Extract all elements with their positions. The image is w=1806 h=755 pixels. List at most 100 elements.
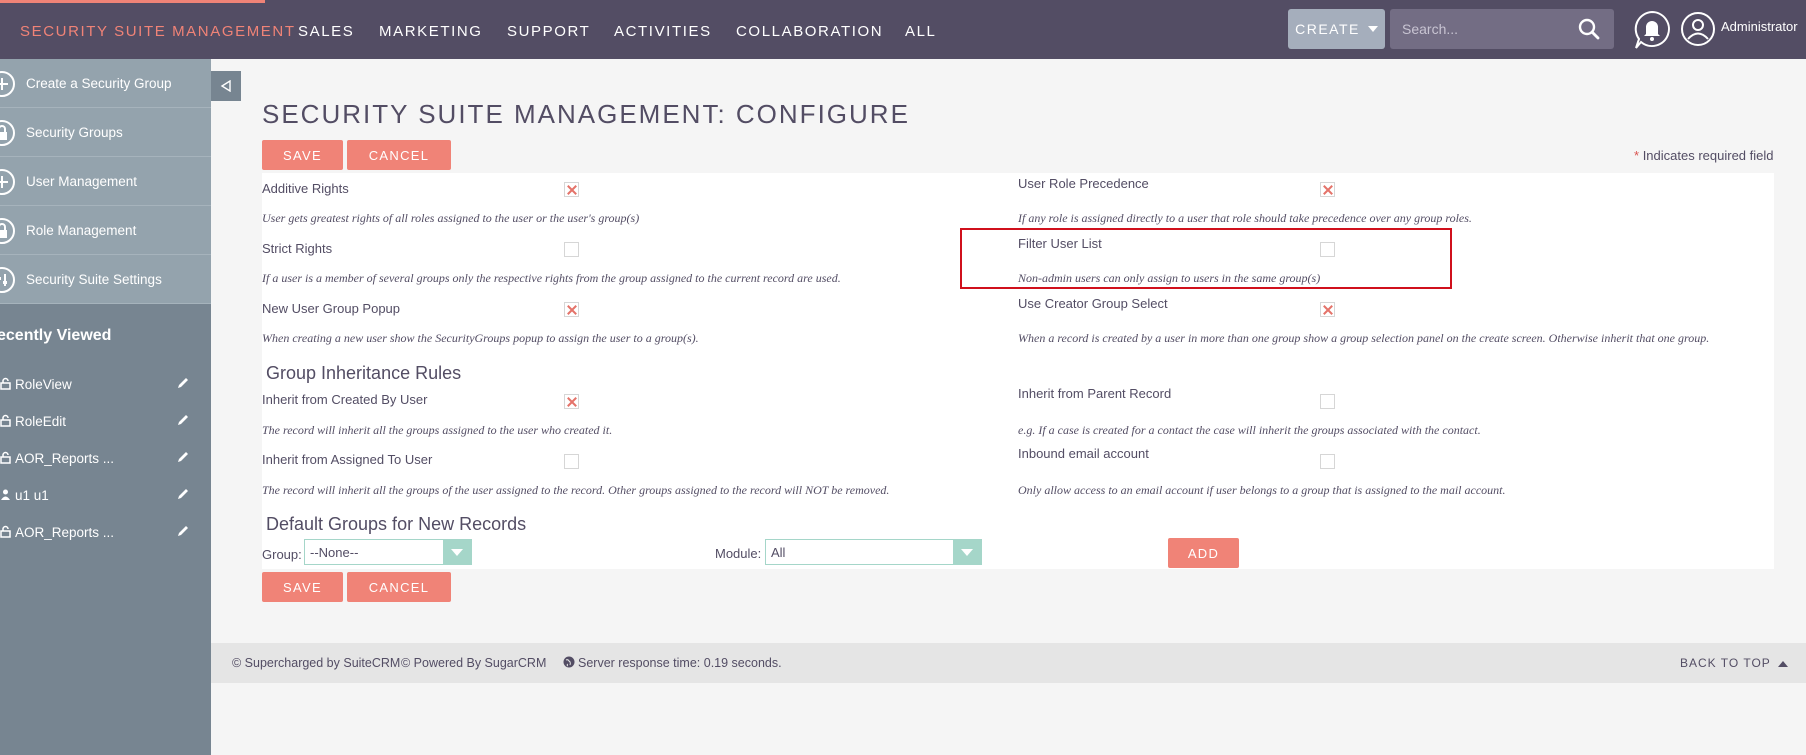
footer-sugarcrm-link[interactable]: © Powered By SugarCRM	[401, 656, 546, 670]
use-creator-group-select-checkbox[interactable]	[1320, 302, 1335, 317]
inbound-email-account-label: Inbound email account	[1018, 446, 1149, 461]
user-role-precedence-description: If any role is assigned directly to a us…	[1018, 211, 1472, 225]
inherit-created-by-label: Inherit from Created By User	[262, 392, 428, 407]
sidebar-action-create-security-group[interactable]: Create a Security Group	[0, 59, 211, 108]
save-button-bottom[interactable]: SAVE	[262, 572, 343, 602]
cancel-button-top[interactable]: CANCEL	[347, 140, 451, 170]
new-user-group-popup-label: New User Group Popup	[262, 301, 401, 316]
inherit-parent-record-checkbox[interactable]	[1320, 394, 1335, 409]
arrow-up-icon	[1777, 660, 1788, 667]
nav-link-sales[interactable]: SALES	[298, 23, 354, 40]
edit-pencil-icon[interactable]	[176, 524, 190, 538]
notifications-bell-icon[interactable]	[1632, 9, 1672, 51]
use-creator-group-select-description: When a record is created by a user in mo…	[1018, 331, 1710, 345]
lock-icon	[0, 120, 15, 146]
caret-down-icon	[1367, 26, 1378, 32]
inherit-assigned-to-description: The record will inherit all the groups o…	[262, 483, 890, 497]
strict-rights-label: Strict Rights	[262, 241, 333, 256]
group-inheritance-heading: Group Inheritance Rules	[266, 363, 462, 383]
create-button[interactable]: CREATE	[1288, 9, 1385, 49]
plus-icon	[0, 169, 15, 195]
strict-rights-checkbox[interactable]	[564, 242, 579, 257]
save-button-top[interactable]: SAVE	[262, 140, 343, 170]
nav-link-activities[interactable]: ACTIVITIES	[614, 23, 712, 40]
lock-icon	[0, 377, 11, 390]
inherit-parent-record-description: e.g. If a case is created for a contact …	[1018, 423, 1481, 437]
required-field-note: * Indicates required field	[1634, 148, 1774, 163]
recent-item-u1-u1[interactable]: u1 u1	[0, 477, 211, 514]
inherit-created-by-description: The record will inherit all the groups a…	[262, 423, 613, 437]
nav-link-support[interactable]: SUPPORT	[507, 23, 590, 40]
edit-pencil-icon[interactable]	[176, 376, 190, 390]
module-select[interactable]: All	[765, 539, 982, 565]
additive-rights-checkbox[interactable]	[564, 182, 579, 197]
sidebar: Create a Security Group Security Groups …	[0, 59, 211, 755]
module-select-value: All	[771, 545, 786, 560]
cancel-button-bottom[interactable]: CANCEL	[347, 572, 451, 602]
required-star: *	[1634, 148, 1640, 163]
back-to-top-link[interactable]: BACK TO TOP	[1680, 656, 1788, 670]
inbound-email-account-description: Only allow access to an email account if…	[1018, 483, 1506, 497]
sidebar-action-role-management[interactable]: Role Management	[0, 206, 211, 255]
strict-rights-description: If a user is a member of several groups …	[262, 271, 841, 285]
inherit-created-by-checkbox[interactable]	[564, 394, 579, 409]
new-user-group-popup-description: When creating a new user show the Securi…	[262, 331, 699, 345]
edit-pencil-icon[interactable]	[176, 413, 190, 427]
sidebar-action-user-management[interactable]: User Management	[0, 157, 211, 206]
nav-brand-security-suite[interactable]: SECURITY SUITE MANAGEMENT	[20, 23, 296, 40]
sidebar-action-label: Security Groups	[26, 124, 123, 140]
inbound-email-account-checkbox[interactable]	[1320, 454, 1335, 469]
group-select[interactable]: --None--	[304, 539, 472, 565]
chevron-down-icon	[443, 540, 471, 564]
globe-icon	[563, 656, 575, 668]
lock-icon	[0, 218, 15, 244]
sidebar-action-label: Create a Security Group	[26, 75, 172, 91]
recent-item-aor-reports-1[interactable]: AOR_Reports ...	[0, 440, 211, 477]
add-default-group-button[interactable]: ADD	[1168, 538, 1239, 568]
sidebar-action-security-groups[interactable]: Security Groups	[0, 108, 211, 157]
triangle-left-icon	[220, 80, 231, 92]
footer-suitecrm-link[interactable]: © Supercharged by SuiteCRM	[232, 656, 400, 670]
inherit-assigned-to-label: Inherit from Assigned To User	[262, 452, 433, 467]
recent-item-label: AOR_Reports ...	[15, 451, 115, 466]
nav-link-collaboration[interactable]: COLLABORATION	[736, 23, 883, 40]
recent-item-roleview[interactable]: RoleView	[0, 366, 211, 403]
recent-item-label: RoleEdit	[15, 414, 67, 429]
recent-item-roleedit[interactable]: RoleEdit	[0, 403, 211, 440]
search-input[interactable]	[1390, 9, 1570, 49]
footer: © Supercharged by SuiteCRM © Powered By …	[211, 643, 1806, 683]
chevron-down-icon	[953, 540, 981, 564]
user-role-precedence-checkbox[interactable]	[1320, 182, 1335, 197]
additive-rights-label: Additive Rights	[262, 181, 349, 196]
lock-icon	[0, 451, 11, 464]
user-avatar-icon[interactable]	[1680, 11, 1716, 47]
sidebar-actions: Create a Security Group Security Groups …	[0, 59, 211, 304]
page-bottom-area	[211, 683, 1806, 755]
recent-item-label: u1 u1	[15, 488, 49, 503]
new-user-group-popup-checkbox[interactable]	[564, 302, 579, 317]
recently-viewed-heading: ecently Viewed	[0, 327, 112, 344]
recent-item-label: AOR_Reports ...	[15, 525, 115, 540]
recent-item-aor-reports-2[interactable]: AOR_Reports ...	[0, 514, 211, 551]
page-title: SECURITY SUITE MANAGEMENT: CONFIGURE	[262, 99, 910, 129]
sidebar-action-label: User Management	[26, 173, 138, 189]
server-response-time: Server response time: 0.19 seconds.	[578, 656, 782, 670]
edit-pencil-icon[interactable]	[176, 450, 190, 464]
recent-item-label: RoleView	[15, 377, 72, 392]
back-to-top-label: BACK TO TOP	[1680, 656, 1771, 670]
settings-icon	[0, 267, 15, 293]
inherit-assigned-to-checkbox[interactable]	[564, 454, 579, 469]
user-menu-label[interactable]: Administrator	[1721, 19, 1798, 34]
nav-link-all[interactable]: ALL	[905, 23, 937, 40]
module-select-label: Module:	[715, 546, 762, 561]
nav-link-marketing[interactable]: MARKETING	[379, 23, 483, 40]
inherit-parent-record-label: Inherit from Parent Record	[1018, 386, 1172, 401]
group-select-label: Group:	[262, 547, 302, 562]
group-select-value: --None--	[310, 545, 359, 560]
edit-pencil-icon[interactable]	[176, 487, 190, 501]
user-role-precedence-label: User Role Precedence	[1018, 176, 1149, 191]
user-icon	[1, 489, 10, 500]
search-icon[interactable]	[1577, 17, 1601, 41]
collapse-sidebar-button[interactable]	[211, 71, 241, 101]
sidebar-action-security-suite-settings[interactable]: Security Suite Settings	[0, 255, 211, 304]
